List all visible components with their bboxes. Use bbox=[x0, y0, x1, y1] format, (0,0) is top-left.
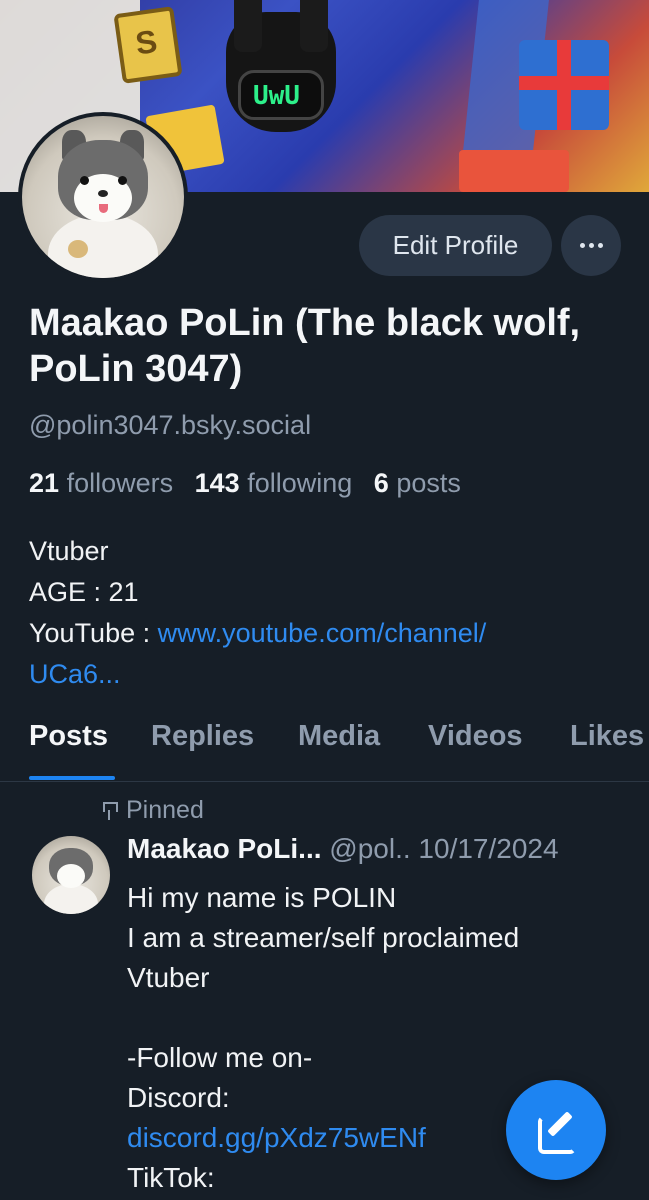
tab-likes[interactable]: Likes bbox=[570, 720, 644, 753]
youtube-link[interactable]: www.youtube.com/channel/ bbox=[158, 618, 487, 648]
tab-posts[interactable]: Posts bbox=[29, 720, 108, 753]
tab-replies[interactable]: Replies bbox=[151, 720, 254, 753]
post-line: I am a streamer/self proclaimed bbox=[127, 922, 520, 953]
post-author-name[interactable]: Maakao PoLi... bbox=[127, 833, 322, 864]
more-icon bbox=[579, 243, 603, 248]
banner-character: UwU bbox=[226, 0, 336, 132]
pin-icon bbox=[100, 801, 118, 821]
post-author-avatar[interactable] bbox=[32, 836, 110, 914]
compose-icon bbox=[536, 1110, 576, 1154]
bio-line: Vtuber bbox=[29, 536, 109, 566]
display-name: Maakao PoLin (The black wolf, PoLin 3047… bbox=[29, 302, 581, 390]
profile-tabs: Posts Replies Media Videos Likes bbox=[0, 716, 649, 782]
post-line: -Follow me on- bbox=[127, 1042, 313, 1073]
profile-bio: Vtuber AGE : 21 YouTube : www.youtube.co… bbox=[29, 531, 629, 695]
avatar-image bbox=[22, 116, 184, 278]
post-line: Vtuber bbox=[127, 962, 210, 993]
posts-stat: 6 posts bbox=[373, 468, 461, 498]
bio-line: UCa6... bbox=[29, 654, 629, 695]
profile-handle: @polin3047.bsky.social bbox=[29, 410, 312, 440]
banner-gift bbox=[519, 40, 609, 130]
post-line: Hi my name is POLIN bbox=[127, 882, 397, 913]
compose-button[interactable] bbox=[506, 1080, 606, 1180]
post-date[interactable]: 10/17/2024 bbox=[418, 833, 558, 864]
bio-line: YouTube : www.youtube.com/channel/ bbox=[29, 618, 487, 648]
edit-profile-button[interactable]: Edit Profile bbox=[359, 215, 552, 276]
post-author-handle: @pol.. bbox=[329, 833, 411, 864]
post-line bbox=[127, 998, 627, 1038]
banner-gift bbox=[459, 150, 569, 192]
tab-media[interactable]: Media bbox=[298, 720, 380, 753]
tab-videos[interactable]: Videos bbox=[428, 720, 523, 753]
active-tab-indicator bbox=[29, 776, 115, 780]
followers-stat[interactable]: 21 followers bbox=[29, 468, 173, 498]
youtube-link-continued[interactable]: UCa6... bbox=[29, 659, 121, 689]
following-stat[interactable]: 143 following bbox=[195, 468, 353, 498]
more-options-button[interactable] bbox=[561, 215, 621, 276]
pinned-indicator: Pinned bbox=[100, 796, 204, 825]
profile-avatar[interactable] bbox=[18, 112, 188, 282]
banner-logo-box: S bbox=[113, 6, 183, 84]
post-header: Maakao PoLi... @pol.. 10/17/2024 bbox=[127, 833, 559, 865]
bio-line: AGE : 21 bbox=[29, 577, 139, 607]
profile-stats: 21 followers 143 following 6 posts bbox=[29, 468, 475, 499]
